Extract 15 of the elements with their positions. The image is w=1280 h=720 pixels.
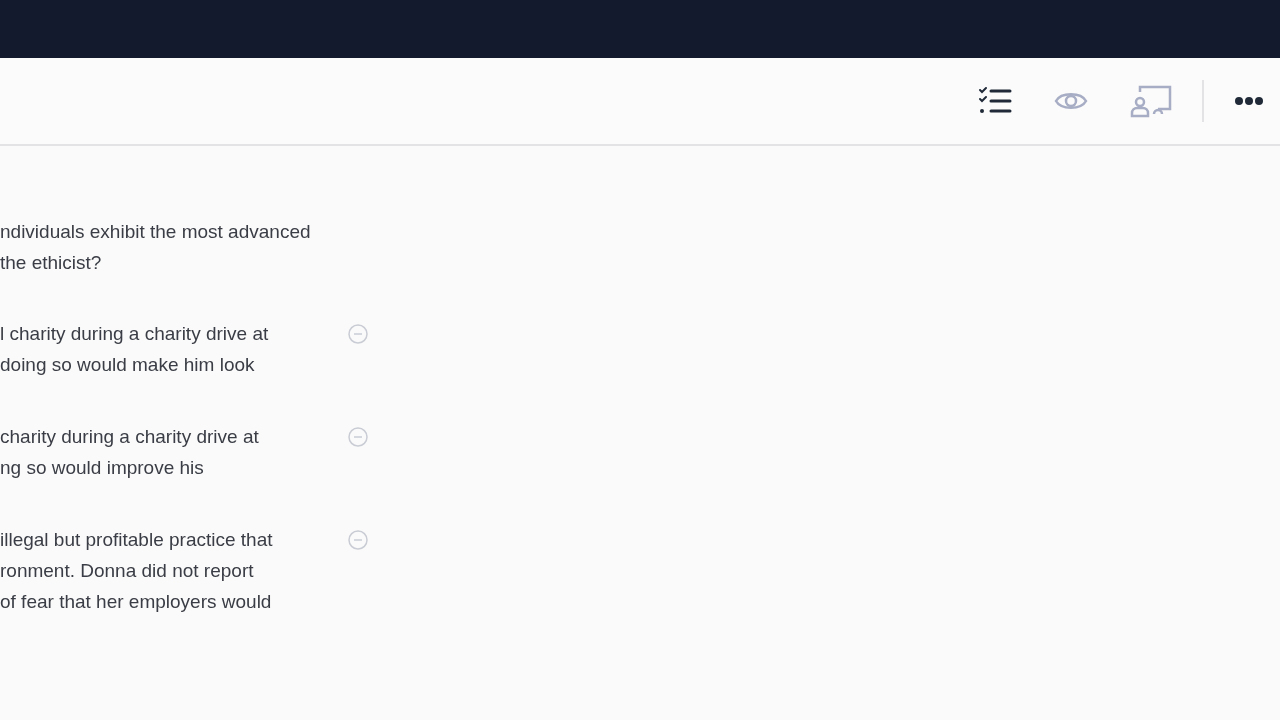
answer-text: illegal but profitable practice that — [0, 528, 273, 552]
more-icon[interactable] — [1234, 96, 1264, 106]
answer-text: ronment. Donna did not report — [0, 559, 254, 583]
answer-text: ng so would improve his — [0, 456, 204, 480]
answer-text: l charity during a charity drive at — [0, 322, 269, 346]
answer-text: of fear that her employers would — [0, 590, 272, 614]
answer-text: charity during a charity drive at — [0, 425, 259, 449]
question-text: ndividuals exhibit the most advanced — [0, 220, 311, 244]
eliminate-icon[interactable] — [348, 530, 368, 550]
question-text: the ethicist? — [0, 251, 102, 275]
presenter-icon[interactable] — [1130, 84, 1172, 118]
answer-text: doing so would make him look — [0, 353, 255, 377]
checklist-icon[interactable] — [978, 86, 1012, 116]
eliminate-icon[interactable] — [348, 324, 368, 344]
eliminate-icon[interactable] — [348, 427, 368, 447]
